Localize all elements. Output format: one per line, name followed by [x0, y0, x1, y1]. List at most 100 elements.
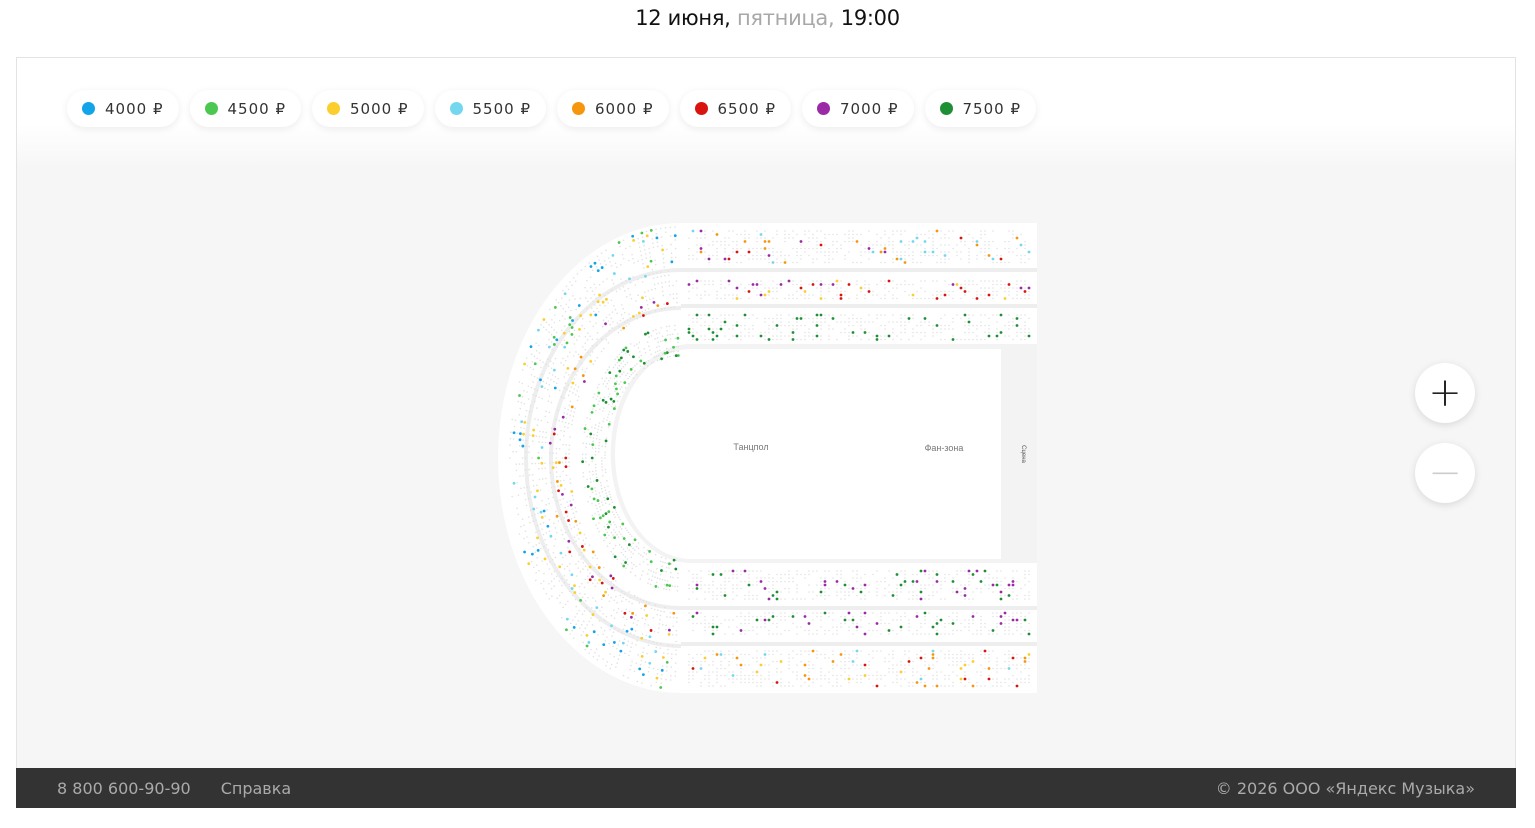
- seat[interactable]: [593, 261, 597, 265]
- seat[interactable]: [999, 257, 1003, 261]
- seat[interactable]: [608, 371, 612, 375]
- seat[interactable]: [591, 613, 595, 616]
- seat[interactable]: [1015, 324, 1019, 327]
- seat[interactable]: [847, 611, 851, 615]
- seat[interactable]: [553, 427, 557, 431]
- seat[interactable]: [687, 327, 691, 331]
- seat[interactable]: [604, 590, 607, 594]
- seat[interactable]: [951, 622, 955, 625]
- seat[interactable]: [767, 618, 771, 622]
- seat[interactable]: [687, 331, 691, 334]
- seat[interactable]: [991, 583, 995, 587]
- seat[interactable]: [691, 334, 695, 338]
- seat[interactable]: [665, 583, 669, 587]
- seat[interactable]: [711, 625, 715, 629]
- seat[interactable]: [907, 660, 911, 663]
- seat[interactable]: [911, 580, 915, 583]
- seat[interactable]: [670, 260, 674, 264]
- seat[interactable]: [907, 317, 911, 320]
- seat[interactable]: [546, 524, 550, 528]
- seat[interactable]: [621, 522, 625, 526]
- seat[interactable]: [1027, 334, 1031, 338]
- seat[interactable]: [859, 590, 863, 594]
- seat[interactable]: [759, 233, 763, 236]
- seat[interactable]: [847, 283, 851, 286]
- seat[interactable]: [619, 356, 623, 360]
- seat[interactable]: [699, 667, 703, 670]
- seat[interactable]: [609, 574, 613, 578]
- price-filter-chip[interactable]: 4000 ₽: [67, 90, 179, 127]
- seat[interactable]: [931, 653, 935, 656]
- seat[interactable]: [605, 297, 608, 301]
- seat[interactable]: [578, 531, 582, 535]
- seat[interactable]: [563, 345, 567, 349]
- seat[interactable]: [591, 550, 595, 554]
- seat[interactable]: [815, 324, 819, 327]
- seat[interactable]: [915, 580, 919, 583]
- seat[interactable]: [604, 322, 607, 326]
- seat[interactable]: [672, 611, 676, 615]
- seat[interactable]: [791, 615, 795, 618]
- seat[interactable]: [573, 591, 577, 594]
- seat[interactable]: [596, 269, 600, 273]
- seat[interactable]: [582, 548, 586, 552]
- seat[interactable]: [699, 250, 703, 254]
- seat[interactable]: [629, 615, 633, 619]
- seat[interactable]: [623, 381, 627, 385]
- seat[interactable]: [554, 461, 558, 465]
- seat[interactable]: [540, 461, 544, 465]
- seat[interactable]: [578, 327, 581, 331]
- price-filter-chip[interactable]: 5000 ₽: [312, 90, 424, 127]
- seat[interactable]: [522, 432, 525, 436]
- seat[interactable]: [963, 290, 967, 293]
- seat[interactable]: [735, 656, 739, 660]
- seat[interactable]: [632, 239, 635, 242]
- seat[interactable]: [695, 611, 699, 615]
- seat[interactable]: [573, 367, 577, 371]
- seat[interactable]: [1023, 656, 1027, 660]
- dance-floor[interactable]: [615, 349, 1001, 559]
- seat[interactable]: [565, 628, 568, 632]
- seat[interactable]: [687, 283, 691, 286]
- seat[interactable]: [649, 629, 653, 632]
- seat[interactable]: [592, 404, 596, 408]
- price-filter-chip[interactable]: 7000 ₽: [802, 90, 914, 127]
- seat[interactable]: [883, 250, 887, 254]
- seat[interactable]: [723, 320, 727, 324]
- seat[interactable]: [649, 259, 653, 263]
- seat[interactable]: [935, 229, 939, 233]
- seat[interactable]: [775, 324, 779, 327]
- seat[interactable]: [589, 265, 593, 268]
- seat[interactable]: [591, 575, 594, 579]
- seat[interactable]: [661, 656, 665, 659]
- seat[interactable]: [839, 653, 843, 656]
- seat[interactable]: [558, 461, 561, 464]
- seat[interactable]: [1003, 611, 1007, 615]
- seat[interactable]: [851, 660, 855, 663]
- seat[interactable]: [919, 656, 923, 660]
- seat[interactable]: [612, 641, 616, 644]
- seat[interactable]: [641, 673, 645, 677]
- seat[interactable]: [655, 236, 659, 240]
- seat[interactable]: [660, 569, 663, 572]
- seat[interactable]: [719, 327, 723, 331]
- seat[interactable]: [579, 598, 582, 602]
- seat[interactable]: [597, 391, 601, 395]
- seat[interactable]: [999, 615, 1003, 618]
- seat[interactable]: [707, 313, 711, 317]
- seat[interactable]: [735, 334, 739, 338]
- seat[interactable]: [843, 583, 847, 587]
- seat[interactable]: [831, 660, 835, 663]
- seat[interactable]: [987, 334, 991, 338]
- seat[interactable]: [574, 519, 578, 523]
- seat[interactable]: [987, 677, 991, 681]
- seat[interactable]: [863, 583, 867, 587]
- seat[interactable]: [963, 313, 967, 317]
- seat[interactable]: [527, 562, 531, 566]
- seat[interactable]: [579, 355, 583, 359]
- seat[interactable]: [580, 545, 584, 548]
- seat[interactable]: [552, 343, 556, 346]
- seat[interactable]: [691, 229, 695, 233]
- seat[interactable]: [963, 587, 967, 590]
- seat[interactable]: [851, 331, 855, 334]
